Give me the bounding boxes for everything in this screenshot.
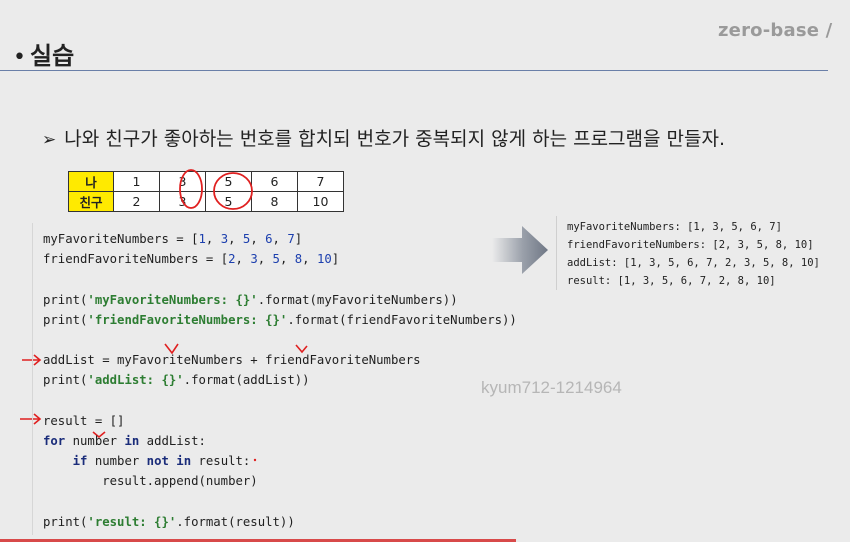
table-cell: 10 [297, 191, 344, 212]
zero-base-logo: zero-base / [718, 20, 833, 41]
watermark-text: kyum712-1214964 [481, 378, 622, 397]
table-cell: 8 [251, 191, 298, 212]
table-cell: 1 [113, 171, 160, 192]
code-line-1: myFavoriteNumbers = [1, 3, 5, 6, 7] [43, 232, 303, 246]
code-line-3: print('myFavoriteNumbers: {}'.format(myF… [43, 293, 458, 307]
code-line-11: print('result: {}'.format(result)) [43, 515, 295, 529]
table-cell: 3 [159, 191, 206, 212]
output-line: myFavoriteNumbers: [1, 3, 5, 6, 7] [567, 221, 782, 233]
arrow-bullet-icon: ➢ [42, 130, 57, 150]
table-row-me: 나 1 3 5 6 7 [68, 171, 344, 192]
row-label-friend: 친구 [68, 191, 114, 212]
output-line: friendFavoriteNumbers: [2, 3, 5, 8, 10] [567, 239, 814, 251]
slide-title-block: • 실습 [13, 36, 74, 71]
code-line-9: if number not in result: [72, 454, 251, 468]
title-divider [0, 70, 828, 71]
big-arrow-icon [492, 226, 548, 274]
output-line: addList: [1, 3, 5, 6, 7, 2, 3, 5, 8, 10] [567, 257, 820, 269]
favorite-numbers-table: 나 1 3 5 6 7 친구 2 3 5 8 10 [68, 171, 344, 212]
table-row-friend: 친구 2 3 5 8 10 [68, 191, 344, 212]
code-line-7: result = [] [43, 414, 125, 428]
table-cell: 3 [159, 171, 206, 192]
task-text: 나와 친구가 좋아하는 번호를 합치되 번호가 중복되지 않게 하는 프로그램을… [64, 128, 726, 150]
bullet-dot: • [13, 45, 26, 70]
task-description: ➢ 나와 친구가 좋아하는 번호를 합치되 번호가 중복되지 않게 하는 프로그램… [42, 124, 725, 151]
code-line-10: result.append(number) [43, 474, 258, 488]
table-cell: 7 [297, 171, 344, 192]
slide-title: 실습 [29, 42, 75, 70]
code-line-4: print('friendFavoriteNumbers: {}'.format… [43, 313, 517, 327]
table-cell: 2 [113, 191, 160, 212]
table-cell: 5 [205, 171, 252, 192]
code-line-8: for number in addList: [43, 434, 206, 448]
code-line-2: friendFavoriteNumbers = [2, 3, 5, 8, 10] [43, 252, 340, 266]
table-cell: 6 [251, 171, 298, 192]
code-editor-panel: myFavoriteNumbers = [1, 3, 5, 6, 7] frie… [32, 223, 543, 535]
output-console: myFavoriteNumbers: [1, 3, 5, 6, 7] frien… [556, 216, 843, 290]
row-label-me: 나 [68, 171, 114, 192]
code-line-5: addList = myFavoriteNumbers + friendFavo… [43, 353, 421, 367]
output-line: result: [1, 3, 5, 6, 7, 2, 8, 10] [567, 275, 776, 287]
code-line-6: print('addList: {}'.format(addList)) [43, 373, 310, 387]
table-cell: 5 [205, 191, 252, 212]
